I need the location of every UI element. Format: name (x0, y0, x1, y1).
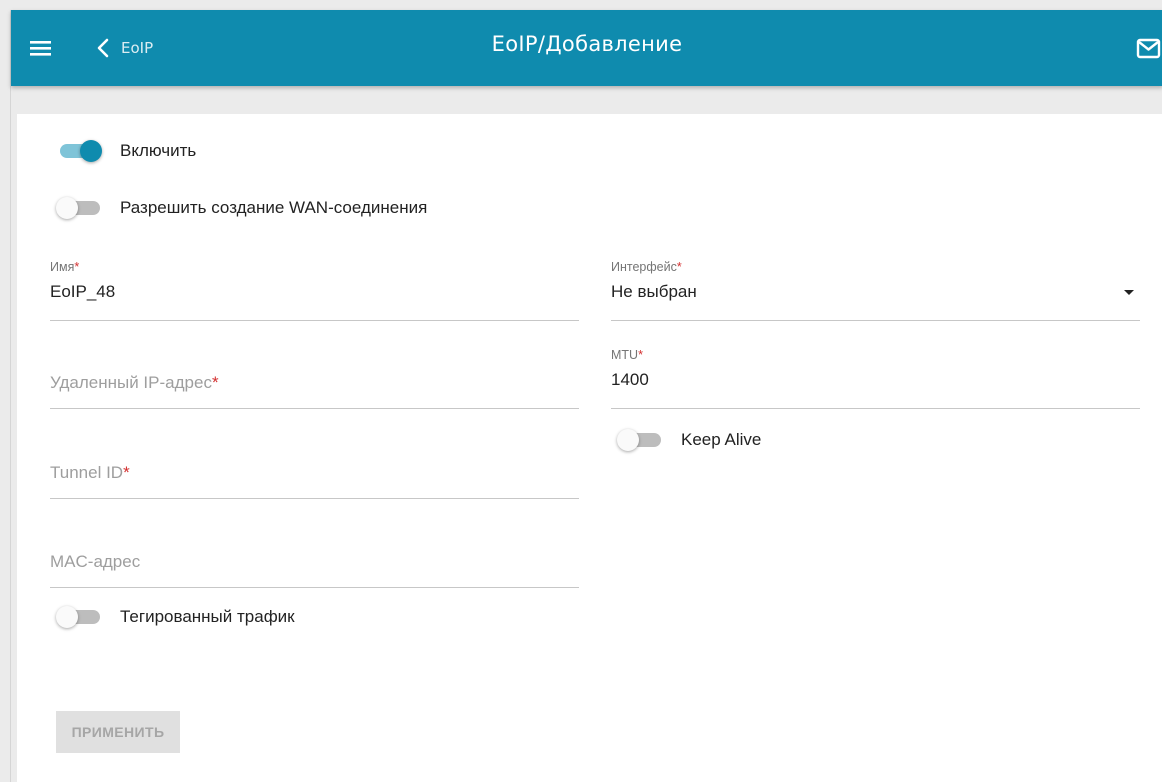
enable-toggle-row[interactable]: Включить (56, 139, 196, 163)
back-link-label: EoIP (121, 39, 154, 57)
name-field[interactable]: Имя* EoIP_48 (50, 260, 579, 321)
back-link[interactable]: EoIP (93, 34, 153, 62)
interface-select[interactable]: Интерфейс* Не выбран (611, 260, 1140, 321)
keep-alive-toggle-row[interactable]: Keep Alive (617, 428, 761, 452)
tagged-label: Тегированный трафик (120, 607, 295, 626)
mac-placeholder: MAC-адрес (50, 552, 141, 571)
dropdown-arrow-icon (1124, 290, 1134, 295)
enable-label: Включить (120, 141, 197, 160)
tunnel-id-field[interactable]: Tunnel ID* (50, 438, 579, 499)
mtu-value: 1400 (611, 370, 649, 389)
mail-icon[interactable] (1135, 37, 1162, 61)
mtu-label: MTU* (611, 348, 643, 362)
keep-alive-toggle[interactable] (617, 428, 667, 452)
name-label: Имя* (50, 260, 80, 274)
mac-field[interactable]: MAC-адрес (50, 527, 579, 588)
interface-label: Интерфейс* (611, 260, 682, 274)
toggle-thumb (80, 140, 102, 162)
enable-toggle[interactable] (56, 139, 106, 163)
remote-ip-field[interactable]: Удаленный IP-адрес* (50, 348, 579, 409)
mtu-field[interactable]: MTU* 1400 (611, 348, 1140, 409)
allow-wan-label: Разрешить создание WAN-соединения (120, 198, 428, 217)
page-title: EoIP/Добавление (491, 32, 683, 56)
keep-alive-label: Keep Alive (681, 430, 762, 449)
chevron-left-icon (97, 38, 109, 58)
interface-value: Не выбран (611, 282, 697, 301)
name-value: EoIP_48 (50, 282, 116, 301)
remote-ip-placeholder: Удаленный IP-адрес* (50, 373, 219, 392)
hamburger-menu-icon[interactable] (27, 34, 57, 62)
tunnel-id-placeholder: Tunnel ID* (50, 463, 130, 482)
allow-wan-toggle[interactable] (56, 196, 106, 220)
form-card: Включить Разрешить создание WAN-соединен… (17, 114, 1162, 782)
tagged-toggle-row[interactable]: Тегированный трафик (56, 605, 295, 629)
page-frame: EoIP EoIP/Добавление Включить Разрешить … (10, 10, 1162, 782)
toggle-thumb (617, 429, 639, 451)
toggle-thumb (56, 606, 78, 628)
allow-wan-toggle-row[interactable]: Разрешить создание WAN-соединения (56, 196, 427, 220)
app-header: EoIP EoIP/Добавление (11, 10, 1162, 86)
apply-button[interactable]: ПРИМЕНИТЬ (56, 711, 180, 753)
tagged-toggle[interactable] (56, 605, 106, 629)
toggle-thumb (56, 197, 78, 219)
